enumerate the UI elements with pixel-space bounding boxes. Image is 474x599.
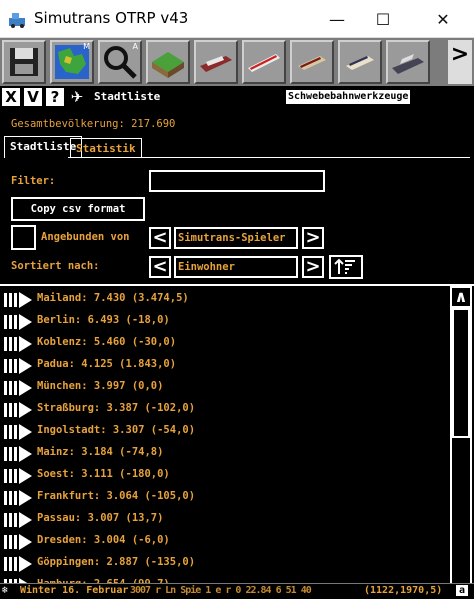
scroll-up-button[interactable]: ∧: [450, 286, 472, 308]
toolbar-more-button[interactable]: >: [448, 40, 472, 84]
ship-icon: [200, 56, 232, 72]
city-list-item[interactable]: Mainz: 3.184 (-74,8): [0, 443, 448, 465]
sort-prev-button[interactable]: <: [149, 256, 171, 278]
city-list-item[interactable]: Ingolstadt: 3.307 (-54,0): [0, 421, 448, 443]
save-icon: [10, 48, 38, 76]
help-button[interactable]: ?: [46, 88, 64, 106]
tooltip: Schwebebahnwerkzeuge: [286, 90, 411, 104]
status-overlap-text: 3007 r Ln Spie 1 e r 0 22.84 6 51 40: [130, 585, 312, 596]
filter-label: Filter:: [11, 175, 56, 187]
city-name-label: München: 3.997 (0,0): [37, 380, 164, 392]
goto-city-arrow-icon[interactable]: [4, 555, 34, 573]
simutrans-app-icon: [9, 13, 25, 28]
city-name-label: Ingolstadt: 3.307 (-54,0): [37, 424, 196, 436]
train-tool-button[interactable]: [242, 40, 286, 84]
goto-city-arrow-icon[interactable]: [4, 357, 34, 375]
main-toolbar: M A >: [0, 38, 474, 86]
goto-city-arrow-icon[interactable]: [4, 445, 34, 463]
city-name-label: Dresden: 3.004 (-6,0): [37, 534, 170, 546]
status-bar: ❄ Winter 16. Februar 3007 r Ln Spie 1 e …: [0, 583, 474, 599]
city-name-label: Soest: 3.111 (-180,0): [37, 468, 170, 480]
city-list-item[interactable]: Mailand: 7.430 (3.474,5): [0, 289, 448, 311]
tram-icon: [298, 56, 326, 70]
goto-city-arrow-icon[interactable]: [4, 335, 34, 353]
goto-city-arrow-icon[interactable]: [4, 291, 34, 309]
tab-statistics[interactable]: Statistik: [70, 138, 142, 158]
window-title-label: Stadtliste: [94, 90, 161, 103]
lock-indicator: a: [456, 585, 469, 596]
sort-label: Sortiert nach:: [11, 260, 100, 272]
city-name-label: Göppingen: 2.887 (-135,0): [37, 556, 196, 568]
city-list-panel: Gesamtbevölkerung: 217.690 Stadtliste St…: [0, 108, 474, 599]
close-gui-button[interactable]: X: [2, 88, 20, 106]
window-titlebar: Simutrans OTRP v43 — ☐ ✕: [0, 0, 474, 38]
city-list-item[interactable]: Koblenz: 5.460 (-30,0): [0, 333, 448, 355]
filter-input[interactable]: [149, 170, 325, 192]
city-list-item[interactable]: Göppingen: 2.887 (-135,0): [0, 553, 448, 575]
copy-csv-button[interactable]: Copy csv format: [11, 197, 145, 221]
train-icon: [248, 54, 280, 72]
city-list: Mailand: 7.430 (3.474,5) Berlin: 6.493 (-…: [0, 286, 448, 589]
city-name-label: Padua: 4.125 (1.843,0): [37, 358, 177, 370]
city-list-item[interactable]: Berlin: 6.493 (-18,0): [0, 311, 448, 333]
tram-tool-button[interactable]: [290, 40, 334, 84]
city-list-window-header: X V ? ✈ Stadtliste Schwebebahnwerkzeuge: [0, 86, 474, 108]
map-tool-button[interactable]: M: [50, 40, 94, 84]
city-name-label: Frankfurt: 3.064 (-105,0): [37, 490, 196, 502]
sort-descending-icon: [334, 258, 355, 274]
city-list-item[interactable]: Frankfurt: 3.064 (-105,0): [0, 487, 448, 509]
season-icon: ❄: [2, 585, 9, 596]
collapse-button[interactable]: V: [24, 88, 42, 106]
connected-label: Angebunden von: [41, 231, 130, 243]
ferry-tool-button[interactable]: [386, 40, 430, 84]
pin-icon[interactable]: ✈: [68, 88, 86, 106]
player-selector[interactable]: Simutrans-Spieler: [174, 227, 298, 249]
city-list-item[interactable]: Soest: 3.111 (-180,0): [0, 465, 448, 487]
city-name-label: Koblenz: 5.460 (-30,0): [37, 336, 177, 348]
shortcut-label: M: [83, 42, 90, 51]
player-prev-button[interactable]: <: [149, 227, 171, 249]
terrain-icon: [152, 52, 184, 78]
city-list-item[interactable]: Padua: 4.125 (1.843,0): [0, 355, 448, 377]
sort-selector[interactable]: Einwohner: [174, 256, 298, 278]
maximize-button[interactable]: ☐: [360, 0, 406, 38]
city-name-label: Berlin: 6.493 (-18,0): [37, 314, 170, 326]
city-name-label: Mainz: 3.184 (-74,8): [37, 446, 164, 458]
goto-city-arrow-icon[interactable]: [4, 533, 34, 551]
terrain-tool-button[interactable]: [146, 40, 190, 84]
city-list-item[interactable]: Straßburg: 3.387 (-102,0): [0, 399, 448, 421]
goto-city-arrow-icon[interactable]: [4, 379, 34, 397]
total-population: Gesamtbevölkerung: 217.690: [11, 118, 176, 130]
connected-checkbox[interactable]: [11, 225, 36, 250]
bus-icon: [346, 56, 374, 70]
city-list-item[interactable]: Passau: 3.007 (13,7): [0, 509, 448, 531]
ship-tool-button[interactable]: [194, 40, 238, 84]
player-next-button[interactable]: >: [302, 227, 324, 249]
goto-city-arrow-icon[interactable]: [4, 313, 34, 331]
window-title: Simutrans OTRP v43: [34, 9, 189, 27]
city-list-item[interactable]: Dresden: 3.004 (-6,0): [0, 531, 448, 553]
city-name-label: Passau: 3.007 (13,7): [37, 512, 164, 524]
city-list-item[interactable]: München: 3.997 (0,0): [0, 377, 448, 399]
city-name-label: Mailand: 7.430 (3.474,5): [37, 292, 189, 304]
city-name-label: Straßburg: 3.387 (-102,0): [37, 402, 196, 414]
sort-next-button[interactable]: >: [302, 256, 324, 278]
tab-divider: [4, 157, 470, 158]
inspect-tool-button[interactable]: A: [98, 40, 142, 84]
cursor-coordinates: (1122,1970,5): [364, 585, 443, 596]
save-tool-button[interactable]: [2, 40, 46, 84]
shortcut-label: A: [132, 42, 138, 51]
goto-city-arrow-icon[interactable]: [4, 423, 34, 441]
goto-city-arrow-icon[interactable]: [4, 467, 34, 485]
bus-tool-button[interactable]: [338, 40, 382, 84]
ferry-icon: [392, 54, 424, 74]
close-window-button[interactable]: ✕: [420, 0, 466, 38]
goto-city-arrow-icon[interactable]: [4, 511, 34, 529]
game-date: Winter 16. Februar: [20, 585, 129, 596]
goto-city-arrow-icon[interactable]: [4, 489, 34, 507]
goto-city-arrow-icon[interactable]: [4, 401, 34, 419]
scrollbar-thumb[interactable]: [452, 308, 470, 438]
sort-order-button[interactable]: [329, 255, 363, 279]
minimize-button[interactable]: —: [314, 0, 360, 38]
